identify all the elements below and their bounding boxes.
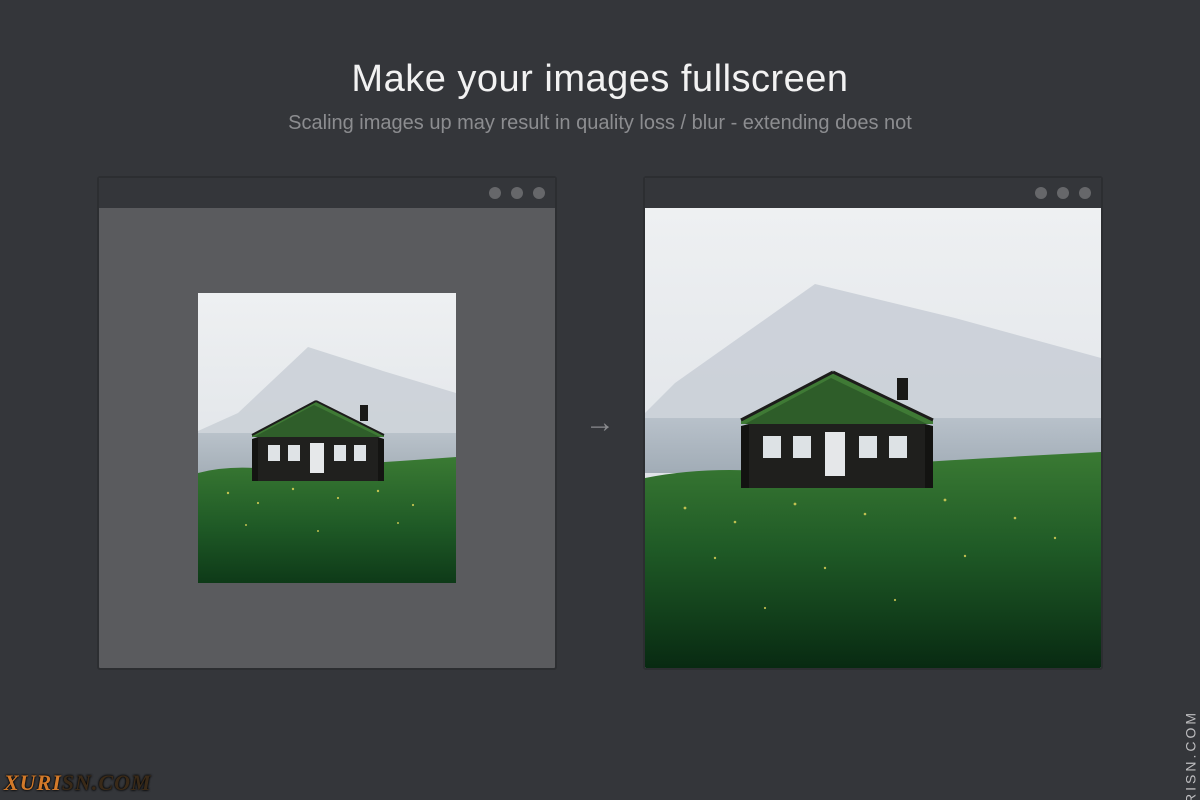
window-dot-icon (1057, 187, 1069, 199)
window-dot-icon (1079, 187, 1091, 199)
watermark-vertical: XURISN.COM (1182, 710, 1198, 800)
window-dot-icon (533, 187, 545, 199)
before-window (97, 176, 557, 670)
before-viewport (99, 208, 555, 668)
after-titlebar (645, 178, 1101, 208)
stage: Make your images fullscreen Scaling imag… (0, 0, 1200, 800)
page-title: Make your images fullscreen (0, 58, 1200, 101)
after-window (643, 176, 1103, 670)
window-dot-icon (511, 187, 523, 199)
watermark-bottom-part-a: XURI (4, 770, 62, 795)
watermark-bottom: XURISN.COM (4, 770, 152, 796)
before-titlebar (99, 178, 555, 208)
arrow-right-icon: → (585, 408, 615, 438)
window-dot-icon (489, 187, 501, 199)
comparison-row: → (0, 176, 1200, 670)
page-subtitle: Scaling images up may result in quality … (0, 112, 1200, 135)
window-dot-icon (1035, 187, 1047, 199)
after-viewport (645, 208, 1101, 668)
watermark-bottom-part-b: SN.COM (62, 770, 152, 795)
landscape-image-small (198, 293, 456, 583)
landscape-image-full (645, 208, 1101, 668)
